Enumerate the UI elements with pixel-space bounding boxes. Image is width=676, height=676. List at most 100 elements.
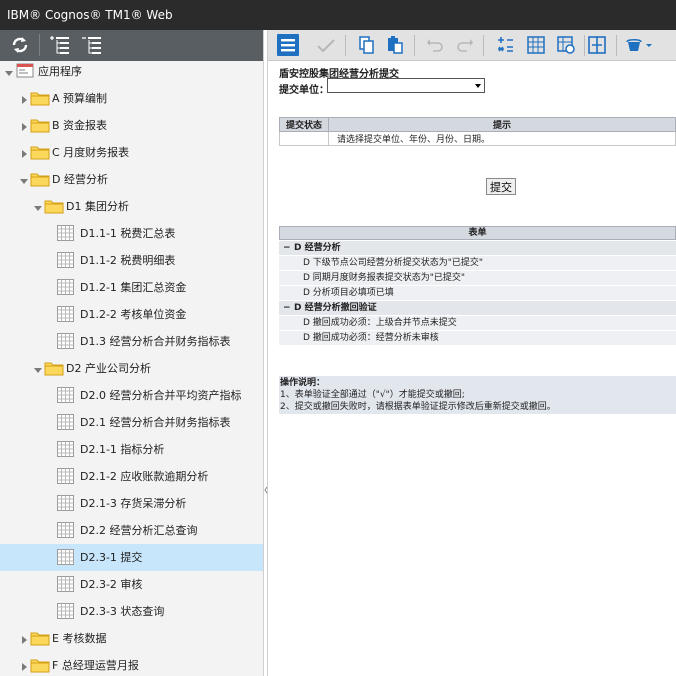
collapse-icon[interactable]: − [283, 241, 291, 255]
tree-item-label: D2.2 经营分析汇总查询 [80, 524, 198, 537]
folder-icon [30, 657, 50, 676]
refresh-icon[interactable] [8, 34, 32, 56]
collapse-tree-icon[interactable] [48, 34, 72, 56]
tree-item-label: 应用程序 [38, 65, 82, 78]
tree-toolbar [0, 30, 263, 61]
instructions: 操作说明： 1、表单验证全部通过（"√"）才能提交或撤回; 2、提交或撤回失败时… [279, 376, 676, 414]
tree-item-label: D1.1-1 税费汇总表 [80, 227, 176, 240]
tree-item[interactable]: D2.0 经营分析合并平均资产指标 [0, 382, 263, 409]
form-group-row: − D 经营分析 [279, 241, 676, 256]
tree-item[interactable]: D2.1-2 应收账款逾期分析 [0, 463, 263, 490]
tree-item[interactable]: F 总经理运营月报 [0, 652, 263, 676]
tree-item[interactable]: B 资金报表 [0, 112, 263, 139]
tree-item[interactable]: D1.2-2 考核单位资金 [0, 301, 263, 328]
form-row-text: D 撤回成功必须：经营分析未审核 [303, 333, 439, 343]
calculate-icon[interactable] [495, 34, 517, 56]
tree-item[interactable]: 应用程序 [0, 61, 263, 85]
submit-button[interactable]: 提交 [486, 178, 516, 195]
collapsed-arrow-icon[interactable] [20, 148, 28, 158]
commit-check-icon[interactable] [315, 34, 337, 56]
tree-item[interactable]: D2.3-2 审核 [0, 571, 263, 598]
collapsed-arrow-icon[interactable] [20, 634, 28, 644]
tree-item-label: D1 集团分析 [66, 200, 129, 213]
tree-item[interactable]: D1.3 经营分析合并财务指标表 [0, 328, 263, 355]
cube-view-icon [57, 306, 74, 325]
tree-item[interactable]: D2 产业公司分析 [0, 355, 263, 382]
instructions-line: 2、提交或撤回失败时，请根据表单验证提示修改后重新提交或撤回。 [280, 402, 556, 412]
title-bar: IBM® Cognos® TM1® Web [0, 0, 676, 30]
tree-item-label: D2.1-3 存货呆滞分析 [80, 497, 187, 510]
view-toolbar [268, 30, 676, 61]
tree-item-label: D1.3 经营分析合并财务指标表 [80, 335, 231, 348]
tree-item[interactable]: D2.1-1 指标分析 [0, 436, 263, 463]
form-row-text: D 撤回成功必须：上级合并节点未提交 [303, 318, 457, 328]
tree-item[interactable]: D1.1-1 税费汇总表 [0, 220, 263, 247]
expanded-arrow-icon[interactable] [5, 67, 13, 76]
cube-view-icon [57, 252, 74, 271]
folder-icon [30, 630, 50, 649]
form-check-row: D 同期月度财务报表提交状态为"已提交" [279, 271, 676, 286]
paint-bucket-icon[interactable] [624, 34, 654, 56]
table-row: 请选择提交单位、年份、月份、日期。 [279, 131, 676, 146]
folder-icon [30, 117, 50, 136]
tree-item[interactable]: D1.2-1 集团汇总资金 [0, 274, 263, 301]
tree-item[interactable]: A 预算编制 [0, 85, 263, 112]
collapsed-arrow-icon[interactable] [20, 94, 28, 104]
form-check-row: D 分析项目必填项已填 [279, 286, 676, 301]
tree-item[interactable]: D 经营分析 [0, 166, 263, 193]
collapsed-arrow-icon[interactable] [20, 121, 28, 131]
tree-item[interactable]: D1 集团分析 [0, 193, 263, 220]
folder-icon [30, 144, 50, 163]
folder-icon [30, 171, 50, 190]
undo-icon[interactable] [424, 34, 446, 56]
expand-tree-icon[interactable] [80, 34, 104, 56]
instructions-line: 1、表单验证全部通过（"√"）才能提交或撤回; [280, 390, 465, 400]
form-check-row: D 撤回成功必须：上级合并节点未提交 [279, 316, 676, 331]
copy-icon[interactable] [355, 34, 377, 56]
fit-columns-icon[interactable] [586, 34, 608, 56]
tree-item-label: D1.2-1 集团汇总资金 [80, 281, 187, 294]
form-row-text: D 同期月度财务报表提交状态为"已提交" [303, 273, 466, 283]
view-settings-icon[interactable] [555, 34, 577, 56]
cube-view-icon [57, 279, 74, 298]
cube-view-icon [57, 225, 74, 244]
tree-item[interactable]: D2.3-1 提交 [0, 544, 263, 571]
form-group-row: − D 经营分析撤回验证 [279, 301, 676, 316]
form-row-text: D 经营分析 [294, 243, 341, 253]
expanded-arrow-icon[interactable] [34, 364, 42, 373]
cube-view-icon [57, 549, 74, 568]
tree-item-label: E 考核数据 [52, 632, 107, 645]
tree-item[interactable]: D2.3-3 状态查询 [0, 598, 263, 625]
cube-view-icon [57, 414, 74, 433]
tree-item[interactable]: D2.2 经营分析汇总查询 [0, 517, 263, 544]
status-table: 提交状态 提示 请选择提交单位、年份、月份、日期。 [279, 117, 676, 146]
paste-icon[interactable] [384, 34, 406, 56]
cube-view-icon [57, 441, 74, 460]
hint-cell: 请选择提交单位、年份、月份、日期。 [328, 131, 676, 146]
window-title: IBM® Cognos® TM1® Web [7, 8, 173, 22]
tree-item-label: D2 产业公司分析 [66, 362, 151, 375]
tree-item-label: C 月度财务报表 [52, 146, 130, 159]
cube-view-icon [57, 576, 74, 595]
collapsed-arrow-icon[interactable] [20, 661, 28, 671]
hint-header: 提示 [328, 117, 676, 132]
tree-item[interactable]: E 考核数据 [0, 625, 263, 652]
unit-label: 提交单位： [279, 85, 329, 96]
cube-view-icon [57, 495, 74, 514]
tree-item[interactable]: D2.1-3 存货呆滞分析 [0, 490, 263, 517]
redo-icon[interactable] [454, 34, 476, 56]
view-table-icon[interactable] [525, 34, 547, 56]
tree-item[interactable]: D2.1 经营分析合并财务指标表 [0, 409, 263, 436]
tree-item-label: F 总经理运营月报 [52, 659, 139, 672]
tree-item[interactable]: D1.1-2 税费明细表 [0, 247, 263, 274]
expanded-arrow-icon[interactable] [20, 175, 28, 184]
cube-view-icon [57, 522, 74, 541]
tree-item[interactable]: C 月度财务报表 [0, 139, 263, 166]
tree-item-label: D 经营分析 [52, 173, 108, 186]
instructions-title: 操作说明： [280, 378, 326, 388]
menu-icon[interactable] [277, 34, 299, 56]
collapse-icon[interactable]: − [283, 301, 291, 315]
websheet-content: 盾安控股集团经营分析提交 提交单位： 提交状态 提示 请选择提交单位、年份、月份… [268, 61, 676, 676]
unit-select[interactable] [327, 78, 485, 93]
expanded-arrow-icon[interactable] [34, 202, 42, 211]
